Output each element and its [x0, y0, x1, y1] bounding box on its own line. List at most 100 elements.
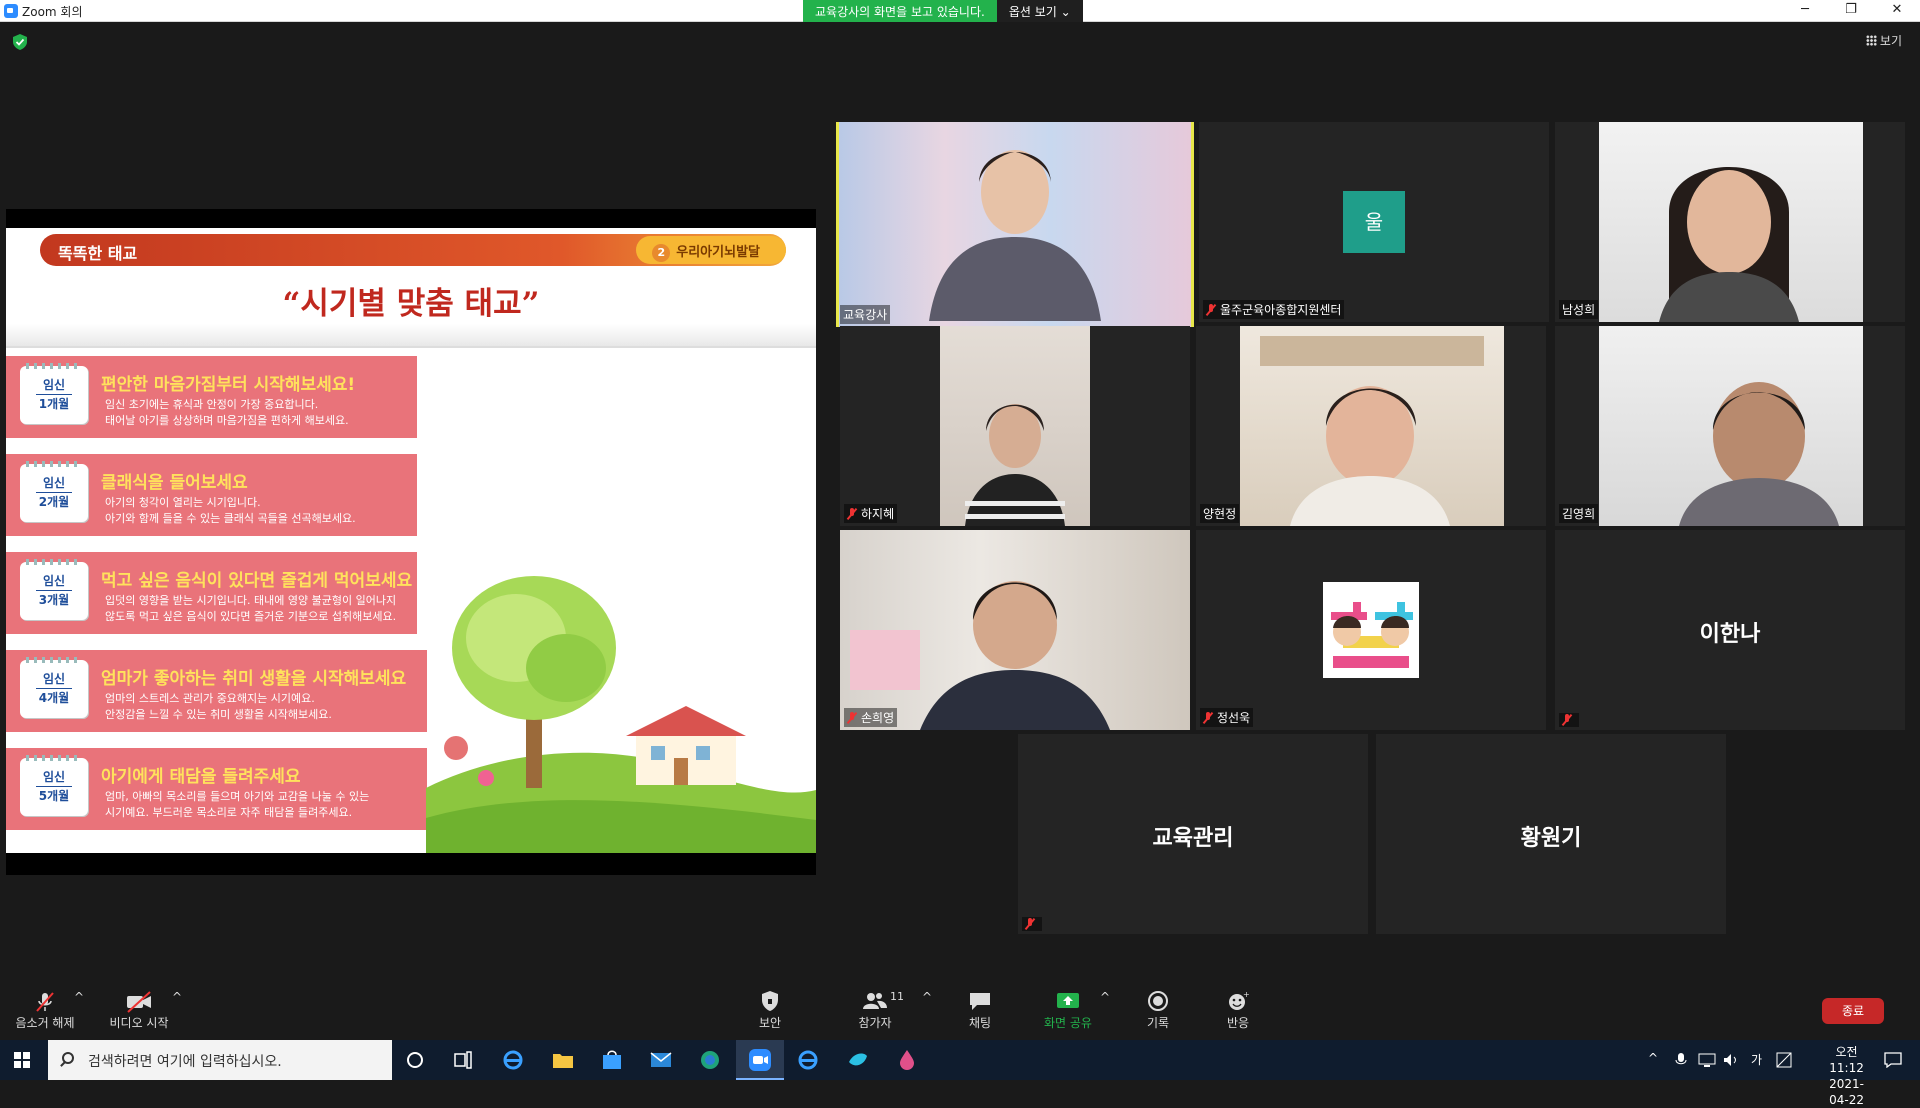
participant-name-label: 양현정	[1200, 504, 1240, 523]
person-silhouette	[965, 404, 1065, 526]
store-icon[interactable]	[600, 1048, 624, 1072]
muted-mic-icon	[847, 711, 857, 724]
microphone-icon[interactable]	[1674, 1052, 1688, 1068]
network-icon[interactable]	[1698, 1052, 1716, 1068]
slide-header-title: 똑똑한 태교	[58, 244, 138, 263]
illustration-tree-house	[426, 576, 816, 853]
person-silhouette	[850, 581, 1110, 730]
participant-tile[interactable]: 손희영	[840, 530, 1190, 730]
participant-tile[interactable]: 정선욱	[1196, 530, 1546, 730]
participant-name: 울주군육아종합지원센터	[1220, 303, 1342, 317]
volume-icon[interactable]	[1722, 1052, 1740, 1068]
taskbar-search-box[interactable]: 검색하려면 여기에 입력하십시오.	[48, 1040, 392, 1080]
start-video-label: 비디오 시작	[109, 1016, 169, 1030]
participant-tile[interactable]: 하지혜	[840, 326, 1190, 526]
internet-explorer-icon[interactable]	[501, 1048, 525, 1072]
start-video-button[interactable]: 비디오 시작	[104, 990, 174, 1031]
unmute-label: 음소거 해제	[15, 1016, 75, 1030]
participants-button[interactable]: 11 참가자	[850, 990, 904, 1031]
clock-date: 2021-04-22	[1829, 1077, 1864, 1107]
task-view-icon[interactable]	[451, 1048, 475, 1072]
security-shield-icon[interactable]	[13, 34, 27, 50]
cortana-icon[interactable]	[403, 1048, 427, 1072]
muted-mic-icon	[1562, 714, 1572, 726]
video-options-caret[interactable]: ^	[172, 990, 182, 1004]
paint-drop-icon[interactable]	[895, 1048, 919, 1072]
bird-app-icon[interactable]	[846, 1048, 870, 1072]
grid-icon	[1865, 35, 1877, 46]
muted-mic-icon	[1206, 303, 1216, 316]
window-titlebar: Zoom 회의 교육강사의 화면을 보고 있습니다. 옵션 보기 ⌄ ─ ❐ ✕	[0, 0, 1920, 22]
participant-name-label	[1022, 917, 1042, 931]
participant-name-label: 손희영	[844, 708, 898, 727]
windows-taskbar: 검색하려면 여기에 입력하십시오. ^ 가 오전 11:12 2021-04-2…	[0, 1040, 1920, 1107]
participant-tile[interactable]: 울 울주군육아종합지원센터	[1199, 122, 1549, 322]
participant-tile[interactable]: 김영희	[1555, 326, 1905, 526]
participant-display-name: 황원기	[1520, 826, 1582, 851]
clock-time: 오전 11:12	[1829, 1045, 1864, 1075]
slide-header: 똑똑한 태교 2 우리아기뇌발달	[40, 234, 786, 266]
taskbar-clock[interactable]: 오전 11:12 2021-04-22	[1829, 1044, 1864, 1108]
calendar-month: 3개월	[38, 593, 70, 607]
tray-overflow-caret[interactable]: ^	[1648, 1051, 1658, 1065]
profile-picture	[1323, 582, 1419, 678]
participants-count: 11	[890, 990, 904, 1003]
slide-item-heading: 편안한 마음가짐부터 시작해보세요!	[101, 375, 356, 395]
meeting-toolbar: 음소거 해제 ^ 비디오 시작 ^ 보안 11 참가자 ^ 채팅 화면 공유 ^…	[0, 982, 1920, 1040]
slide-item-heading: 클래식을 들어보세요	[101, 473, 248, 493]
edge-icon[interactable]	[698, 1048, 722, 1072]
participant-tile[interactable]: 교육강사	[836, 122, 1194, 327]
participant-tile[interactable]: 황원기	[1376, 734, 1726, 934]
notifications-icon[interactable]	[1884, 1052, 1902, 1068]
reactions-button[interactable]: + 반응	[1218, 990, 1258, 1031]
participants-options-caret[interactable]: ^	[922, 990, 932, 1004]
person-silhouette	[1260, 336, 1484, 526]
zoom-icon	[749, 1049, 771, 1071]
ime-indicator[interactable]: 가	[1751, 1051, 1762, 1068]
participant-name: 정선욱	[1217, 711, 1251, 725]
unmute-button[interactable]: 음소거 해제	[12, 990, 78, 1031]
restore-button[interactable]: ❐	[1828, 0, 1874, 22]
internet-explorer-icon[interactable]	[796, 1048, 820, 1072]
calendar-label: 임신	[36, 474, 72, 493]
person-silhouette	[1659, 167, 1799, 322]
participants-icon	[863, 993, 887, 1009]
end-meeting-button[interactable]: 종료	[1822, 998, 1884, 1024]
minimize-button[interactable]: ─	[1782, 0, 1828, 22]
gallery-view-button[interactable]: 보기	[1865, 32, 1902, 49]
view-options-button[interactable]: 옵션 보기 ⌄	[996, 0, 1083, 22]
file-explorer-icon[interactable]	[551, 1048, 575, 1072]
chat-icon	[970, 993, 990, 1010]
share-options-caret[interactable]: ^	[1100, 990, 1110, 1004]
search-icon	[62, 1052, 74, 1064]
muted-mic-icon	[847, 507, 857, 520]
share-screen-button[interactable]: 화면 공유	[1036, 990, 1100, 1031]
keyboard-layout-icon[interactable]	[1776, 1052, 1792, 1068]
window-title: Zoom 회의	[22, 5, 83, 19]
share-screen-label: 화면 공유	[1044, 1016, 1092, 1030]
meeting-area: 보기 똑똑한 태교 2 우리아기뇌발달 “시기별 맞춤 태교” 임신 1개월 편안한…	[0, 22, 1920, 982]
slide-item-text: 입덧의 영향을 받는 시기입니다. 태내에 영양 불균형이 일어나지	[105, 594, 397, 607]
mail-icon[interactable]	[649, 1048, 673, 1072]
slide-item-text: 아기의 청각이 열리는 시기입니다.	[105, 496, 261, 509]
security-button[interactable]: 보안	[748, 990, 792, 1031]
participant-tile[interactable]: 교육관리	[1018, 734, 1368, 934]
muted-mic-icon	[36, 992, 54, 1012]
participant-tile[interactable]: 양현정	[1196, 326, 1546, 526]
participant-name: 김영희	[1562, 507, 1596, 521]
chat-button[interactable]: 채팅	[960, 990, 1000, 1031]
participant-tile[interactable]: 이한나	[1555, 530, 1905, 730]
audio-options-caret[interactable]: ^	[74, 990, 84, 1004]
participant-video	[1599, 122, 1863, 322]
shared-screen[interactable]: 똑똑한 태교 2 우리아기뇌발달 “시기별 맞춤 태교” 임신 1개월 편안한 마음…	[6, 209, 816, 875]
windows-start-icon[interactable]	[14, 1052, 30, 1068]
record-label: 기록	[1146, 1016, 1170, 1030]
calendar-month: 1개월	[38, 397, 70, 411]
close-button[interactable]: ✕	[1874, 0, 1920, 22]
record-button[interactable]: 기록	[1138, 990, 1178, 1031]
participant-tile[interactable]: 남성희	[1555, 122, 1905, 322]
zoom-taskbar-item[interactable]	[736, 1040, 784, 1080]
participant-name-label: 교육강사	[840, 305, 891, 324]
participant-video	[840, 530, 1190, 730]
security-label: 보안	[758, 1016, 782, 1030]
